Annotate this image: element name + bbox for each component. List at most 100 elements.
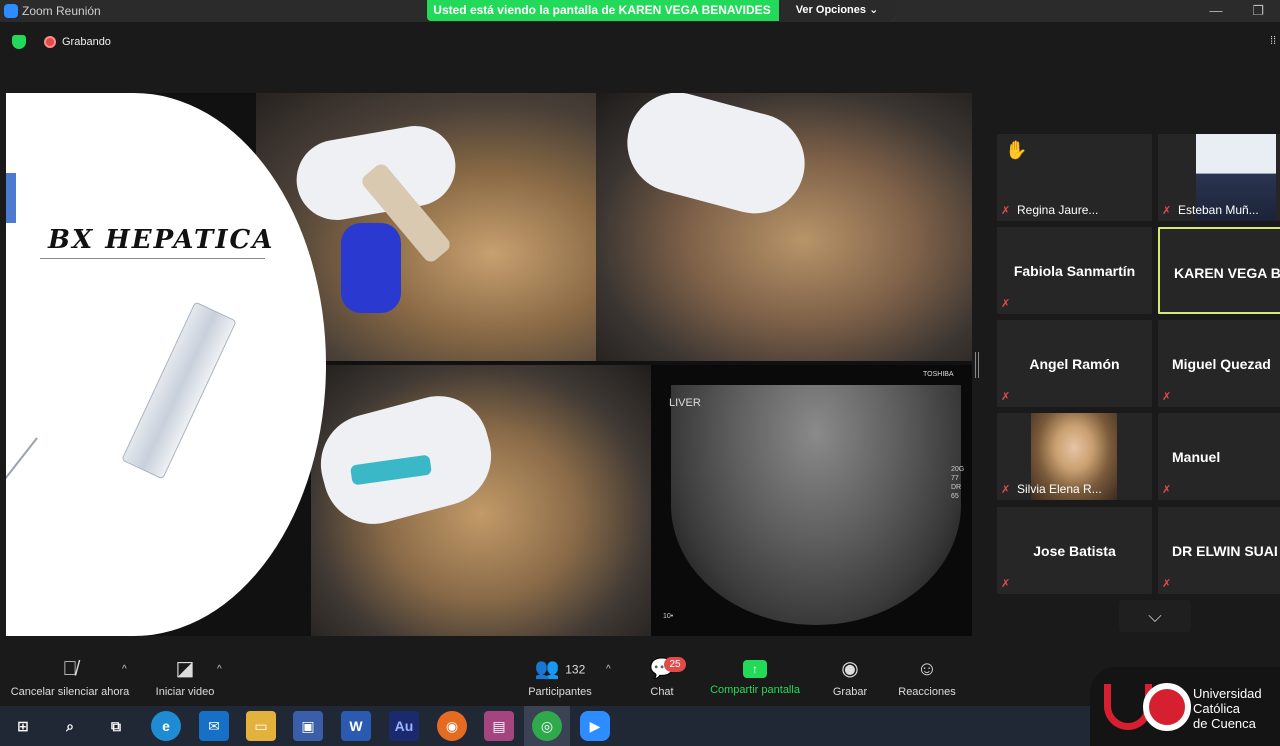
participant-tile[interactable]: Fabiola Sanmartín ✗ bbox=[997, 227, 1152, 314]
microphone-muted-icon: ✗ bbox=[1001, 205, 1011, 217]
university-name-line3: de Cuenca bbox=[1193, 716, 1256, 731]
participant-name: Esteban Muñ... bbox=[1178, 203, 1259, 217]
participant-tile[interactable]: Miguel Quezad ✗ bbox=[1158, 320, 1280, 407]
raised-hand-icon: ✋ bbox=[1005, 140, 1028, 160]
firefox-icon[interactable]: ◉ bbox=[437, 711, 467, 741]
windows-start-icon[interactable]: ⊞ bbox=[8, 711, 38, 741]
ultrasound-depth: 10• bbox=[663, 613, 674, 620]
participants-count: 132 bbox=[565, 662, 586, 677]
restore-icon[interactable]: ❐ bbox=[1248, 2, 1268, 20]
start-video-button[interactable]: ◪ Iniciar video bbox=[150, 656, 220, 698]
participant-name: Fabiola Sanmartín bbox=[1013, 262, 1136, 279]
blue-glove bbox=[341, 223, 401, 313]
edge-icon[interactable]: e bbox=[151, 711, 181, 741]
share-screen-button[interactable]: ↑ Compartir pantalla bbox=[704, 656, 806, 696]
participant-name: Manuel bbox=[1172, 448, 1221, 465]
participants-button[interactable]: 👥 132 Participantes bbox=[524, 656, 596, 698]
chat-unread-badge: 25 bbox=[664, 657, 686, 672]
record-button[interactable]: ◉ Grabar bbox=[828, 656, 872, 698]
gallery-view-icon[interactable]: ⁞⁞ bbox=[1270, 35, 1280, 47]
screen-share-banner: Usted está viendo la pantalla de KAREN V… bbox=[427, 0, 895, 21]
microphone-muted-icon: ✗ bbox=[1001, 578, 1011, 590]
gloved-hand bbox=[616, 93, 816, 225]
microphone-muted-icon: 🎙̸ bbox=[62, 658, 78, 680]
audition-icon[interactable]: Au bbox=[389, 711, 419, 741]
participant-tile[interactable]: Jose Batista ✗ bbox=[997, 507, 1152, 594]
ultrasound-fan bbox=[671, 385, 961, 625]
participant-name: Miguel Quezad bbox=[1172, 355, 1271, 372]
chevron-down-icon[interactable]: ⌵ bbox=[1119, 600, 1191, 632]
procedure-photo-biopsy-tool bbox=[311, 365, 651, 636]
share-screen-icon: ↑ bbox=[743, 660, 767, 678]
shared-screen: LIVER TOSHIBA 20G 77 DR 65 10• BX HEPATI… bbox=[6, 93, 972, 636]
ultrasound-scale-readout: 20G 77 DR 65 bbox=[951, 466, 965, 500]
store-icon[interactable]: ▣ bbox=[293, 711, 323, 741]
slide-accent-bar bbox=[6, 173, 16, 223]
minimize-icon[interactable]: — bbox=[1206, 2, 1226, 20]
microphone-muted-icon: ✗ bbox=[1162, 391, 1172, 403]
zoom-app-icon bbox=[4, 4, 18, 18]
participant-name: DR ELWIN SUAI bbox=[1172, 542, 1278, 559]
procedure-photo-needle bbox=[596, 93, 972, 361]
reactions-button[interactable]: ☺ Reacciones bbox=[894, 656, 960, 698]
chrome-icon[interactable]: ◎ bbox=[532, 711, 562, 741]
view-options-label: Ver Opciones bbox=[795, 4, 867, 16]
microphone-muted-icon: ✗ bbox=[1001, 391, 1011, 403]
mail-icon[interactable]: ✉ bbox=[199, 711, 229, 741]
participant-tile[interactable]: ✋ Regina Jaure... ✗ bbox=[997, 134, 1152, 221]
university-name-line2: Católica bbox=[1193, 701, 1240, 716]
participant-tile[interactable]: Esteban Muñ... ✗ bbox=[1158, 134, 1280, 221]
recording-icon bbox=[44, 36, 56, 48]
microphone-muted-icon: ✗ bbox=[1162, 578, 1172, 590]
zoom-taskbar-icon[interactable]: ▶ bbox=[580, 711, 610, 741]
reactions-icon: ☺ bbox=[916, 658, 938, 680]
security-shield-icon[interactable] bbox=[12, 35, 26, 49]
slide-title-divider bbox=[40, 258, 265, 259]
windows-taskbar bbox=[0, 706, 1280, 746]
university-logo-seal bbox=[1143, 683, 1191, 731]
video-off-icon: ◪ bbox=[175, 658, 195, 680]
microphone-muted-icon: ✗ bbox=[1001, 484, 1011, 496]
participants-label: Participantes bbox=[528, 686, 592, 698]
task-view-icon[interactable]: ⧉ bbox=[101, 711, 131, 741]
microphone-muted-icon: ✗ bbox=[1162, 484, 1172, 496]
word-icon[interactable]: W bbox=[341, 711, 371, 741]
panel-resize-handle[interactable] bbox=[975, 352, 979, 378]
start-video-label: Iniciar video bbox=[155, 686, 215, 698]
unmute-button[interactable]: 🎙̸ Cancelar silenciar ahora bbox=[8, 656, 132, 698]
participant-name: Silvia Elena R... bbox=[1017, 482, 1102, 496]
participant-name: Angel Ramón bbox=[1029, 355, 1120, 372]
ultrasound-organ-label: LIVER bbox=[669, 397, 701, 409]
record-icon: ◉ bbox=[841, 658, 859, 680]
participant-name: Jose Batista bbox=[1033, 542, 1116, 559]
file-explorer-icon[interactable]: ▭ bbox=[246, 711, 276, 741]
window-title: Zoom Reunión bbox=[22, 4, 101, 18]
ultrasound-brand: TOSHIBA bbox=[923, 371, 954, 378]
microphone-muted-icon: ✗ bbox=[1162, 205, 1172, 217]
participant-tile[interactable]: DR ELWIN SUAI ✗ bbox=[1158, 507, 1280, 594]
university-name-line1: Universidad bbox=[1193, 686, 1262, 701]
participant-tile[interactable]: Manuel ✗ bbox=[1158, 413, 1280, 500]
share-banner-text: Usted está viendo la pantalla de KAREN V… bbox=[433, 3, 771, 17]
search-icon[interactable]: ⌕ bbox=[55, 711, 85, 741]
reactions-label: Reacciones bbox=[898, 686, 956, 698]
audio-options-caret[interactable]: ^ bbox=[122, 664, 127, 675]
participant-tile[interactable]: KAREN VEGA BE bbox=[1158, 227, 1280, 314]
slide-title: BX HEPATICA bbox=[48, 225, 275, 255]
participant-name: Regina Jaure... bbox=[1017, 203, 1099, 217]
university-name: Universidad Católica de Cuenca bbox=[1193, 686, 1262, 731]
chevron-down-icon: ⌄ bbox=[869, 4, 879, 16]
view-options-button[interactable]: Ver Opciones ⌄ bbox=[779, 0, 895, 21]
participants-icon: 👥 132 bbox=[534, 658, 586, 680]
participant-tile[interactable]: Silvia Elena R... ✗ bbox=[997, 413, 1152, 500]
participants-options-caret[interactable]: ^ bbox=[606, 664, 611, 675]
participant-tile[interactable]: Angel Ramón ✗ bbox=[997, 320, 1152, 407]
winrar-icon[interactable]: ▤ bbox=[484, 711, 514, 741]
participant-name: KAREN VEGA BE bbox=[1174, 264, 1280, 281]
recording-label: Grabando bbox=[62, 36, 111, 48]
chat-label: Chat bbox=[650, 686, 674, 698]
ultrasound-image: LIVER TOSHIBA 20G 77 DR 65 10• bbox=[651, 365, 972, 636]
share-screen-label: Compartir pantalla bbox=[710, 684, 800, 696]
video-options-caret[interactable]: ^ bbox=[217, 664, 222, 675]
unmute-label: Cancelar silenciar ahora bbox=[10, 686, 130, 698]
